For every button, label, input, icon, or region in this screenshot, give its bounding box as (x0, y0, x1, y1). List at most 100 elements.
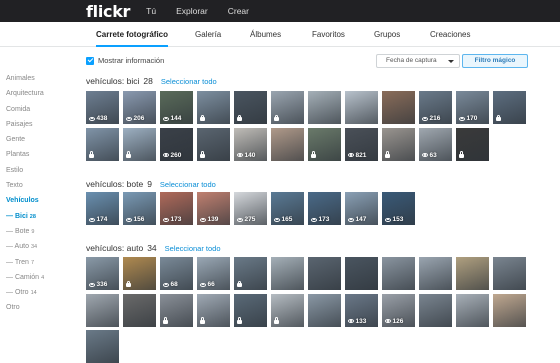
sidebar-item[interactable]: — Bici 28 (6, 209, 66, 224)
photo-thumbnail[interactable]: 144 (160, 91, 193, 124)
tab-favorites[interactable]: Favoritos (312, 22, 345, 47)
photo-thumbnail[interactable] (382, 91, 415, 124)
photo-thumbnail[interactable]: 156 (123, 192, 156, 225)
view-count: 63 (422, 152, 437, 159)
tab-gallery[interactable]: Galería (195, 22, 221, 47)
photo-thumbnail[interactable]: 216 (419, 91, 452, 124)
photo-thumbnail[interactable] (419, 293, 452, 327)
photo-thumbnail[interactable] (308, 91, 341, 124)
photo-thumbnail[interactable] (123, 127, 156, 161)
photo-thumbnail[interactable]: 336 (86, 257, 119, 290)
view-count: 165 (274, 216, 292, 223)
photo-thumbnail[interactable] (456, 127, 489, 161)
photo-thumbnail[interactable] (234, 293, 267, 327)
photo-thumbnail[interactable]: 68 (160, 257, 193, 290)
tab-photostream[interactable]: Carrete fotográfico (96, 22, 169, 47)
select-all-link[interactable]: Seleccionar todo (160, 180, 216, 189)
photo-thumbnail[interactable] (419, 257, 452, 290)
sidebar-item[interactable]: — Otro 14 (6, 285, 66, 300)
photo-thumbnail[interactable] (86, 330, 119, 363)
sidebar-item[interactable]: Arquitectura (6, 86, 66, 101)
photo-thumbnail[interactable] (271, 91, 304, 124)
sidebar-item[interactable]: — Camión 4 (6, 270, 66, 285)
photo-thumbnail[interactable]: 173 (160, 192, 193, 225)
sidebar-item[interactable]: Paisajes (6, 117, 66, 132)
photo-thumbnail[interactable] (86, 293, 119, 327)
view-count-value: 438 (96, 115, 108, 122)
photo-thumbnail[interactable] (123, 293, 156, 327)
sidebar-item[interactable]: Otro (6, 300, 66, 315)
photo-thumbnail[interactable]: 821 (345, 127, 378, 161)
select-all-link[interactable]: Seleccionar todo (161, 77, 217, 86)
sidebar-item[interactable]: — Tren 7 (6, 255, 66, 270)
photo-thumbnail[interactable]: 126 (382, 293, 415, 327)
photo-thumbnail[interactable] (382, 127, 415, 161)
photo-thumbnail[interactable]: 153 (382, 192, 415, 225)
photo-thumbnail[interactable] (308, 257, 341, 290)
nav-you[interactable]: Tú (146, 6, 156, 16)
photo-thumbnail[interactable] (493, 91, 526, 124)
photo-thumbnail[interactable]: 275 (234, 192, 267, 225)
nav-explore[interactable]: Explorar (176, 6, 208, 16)
nav-create[interactable]: Crear (228, 6, 249, 16)
photo-thumbnail[interactable]: 133 (345, 293, 378, 327)
photo-thumbnail[interactable]: 206 (123, 91, 156, 124)
photo-thumbnail[interactable] (345, 91, 378, 124)
photo-thumbnail[interactable] (493, 257, 526, 290)
checkbox[interactable] (86, 56, 94, 65)
photo-thumbnail[interactable] (456, 293, 489, 327)
tab-albums[interactable]: Álbumes (250, 22, 281, 47)
photo-thumbnail[interactable] (271, 257, 304, 290)
photo-thumbnail[interactable]: 170 (456, 91, 489, 124)
photo-thumbnail[interactable]: 260 (160, 127, 193, 161)
photo-thumbnail[interactable] (86, 127, 119, 161)
photo-thumbnail[interactable] (493, 293, 526, 327)
photo-thumbnail[interactable] (308, 127, 341, 161)
view-count: 140 (237, 152, 255, 159)
sidebar-item[interactable]: Gente (6, 132, 66, 147)
photo-thumbnail[interactable] (160, 293, 193, 327)
photo-thumbnail[interactable] (456, 257, 489, 290)
photo-thumbnail[interactable] (197, 127, 230, 161)
photo-thumbnail[interactable]: 174 (86, 192, 119, 225)
sidebar-item-count: 28 (29, 213, 36, 220)
sidebar-item[interactable]: Vehículos (6, 193, 66, 208)
photo-thumbnail[interactable] (123, 257, 156, 290)
photo-thumbnail[interactable] (234, 91, 267, 124)
sort-select[interactable]: Fecha de captura (376, 54, 460, 68)
sidebar-item[interactable]: — Auto 34 (6, 239, 66, 254)
photo-thumbnail[interactable]: 165 (271, 192, 304, 225)
photo-thumbnail[interactable] (197, 91, 230, 124)
sidebar-item[interactable]: — Bote 9 (6, 224, 66, 239)
sidebar-item[interactable]: Comida (6, 102, 66, 117)
tab-groups[interactable]: Grupos (374, 22, 400, 47)
select-all-link[interactable]: Seleccionar todo (165, 244, 221, 253)
photo-thumbnail[interactable]: 139 (197, 192, 230, 225)
photo-thumbnail[interactable] (308, 293, 341, 327)
photo-thumbnail[interactable]: 66 (197, 257, 230, 290)
view-count: 260 (163, 152, 181, 159)
sidebar-item-label: — Bote (6, 227, 30, 235)
photo-thumbnail[interactable]: 63 (419, 127, 452, 161)
photo-thumbnail[interactable] (382, 257, 415, 290)
flickr-logo[interactable]: flickr (86, 2, 130, 21)
photo-thumbnail[interactable] (345, 257, 378, 290)
show-info-toggle[interactable]: Mostrar información (86, 56, 164, 65)
photo-thumbnail[interactable]: 147 (345, 192, 378, 225)
photo-thumbnail[interactable]: 140 (234, 127, 267, 161)
photo-thumbnail[interactable] (271, 293, 304, 327)
sidebar-item[interactable]: Estilo (6, 163, 66, 178)
photo-thumbnail[interactable] (234, 257, 267, 290)
tab-creations[interactable]: Creaciones (430, 22, 470, 47)
photo-thumbnail[interactable] (197, 293, 230, 327)
view-count-value: 156 (133, 216, 145, 223)
magic-filter-button[interactable]: Filtro mágico (462, 54, 528, 68)
view-count: 206 (126, 115, 144, 122)
sidebar-item[interactable]: Plantas (6, 147, 66, 162)
photo-thumbnail[interactable]: 173 (308, 192, 341, 225)
view-count-value: 140 (244, 151, 256, 159)
sidebar-item[interactable]: Animales (6, 71, 66, 86)
photo-thumbnail[interactable] (271, 127, 304, 161)
photo-thumbnail[interactable]: 438 (86, 91, 119, 124)
sidebar-item[interactable]: Texto (6, 178, 66, 193)
